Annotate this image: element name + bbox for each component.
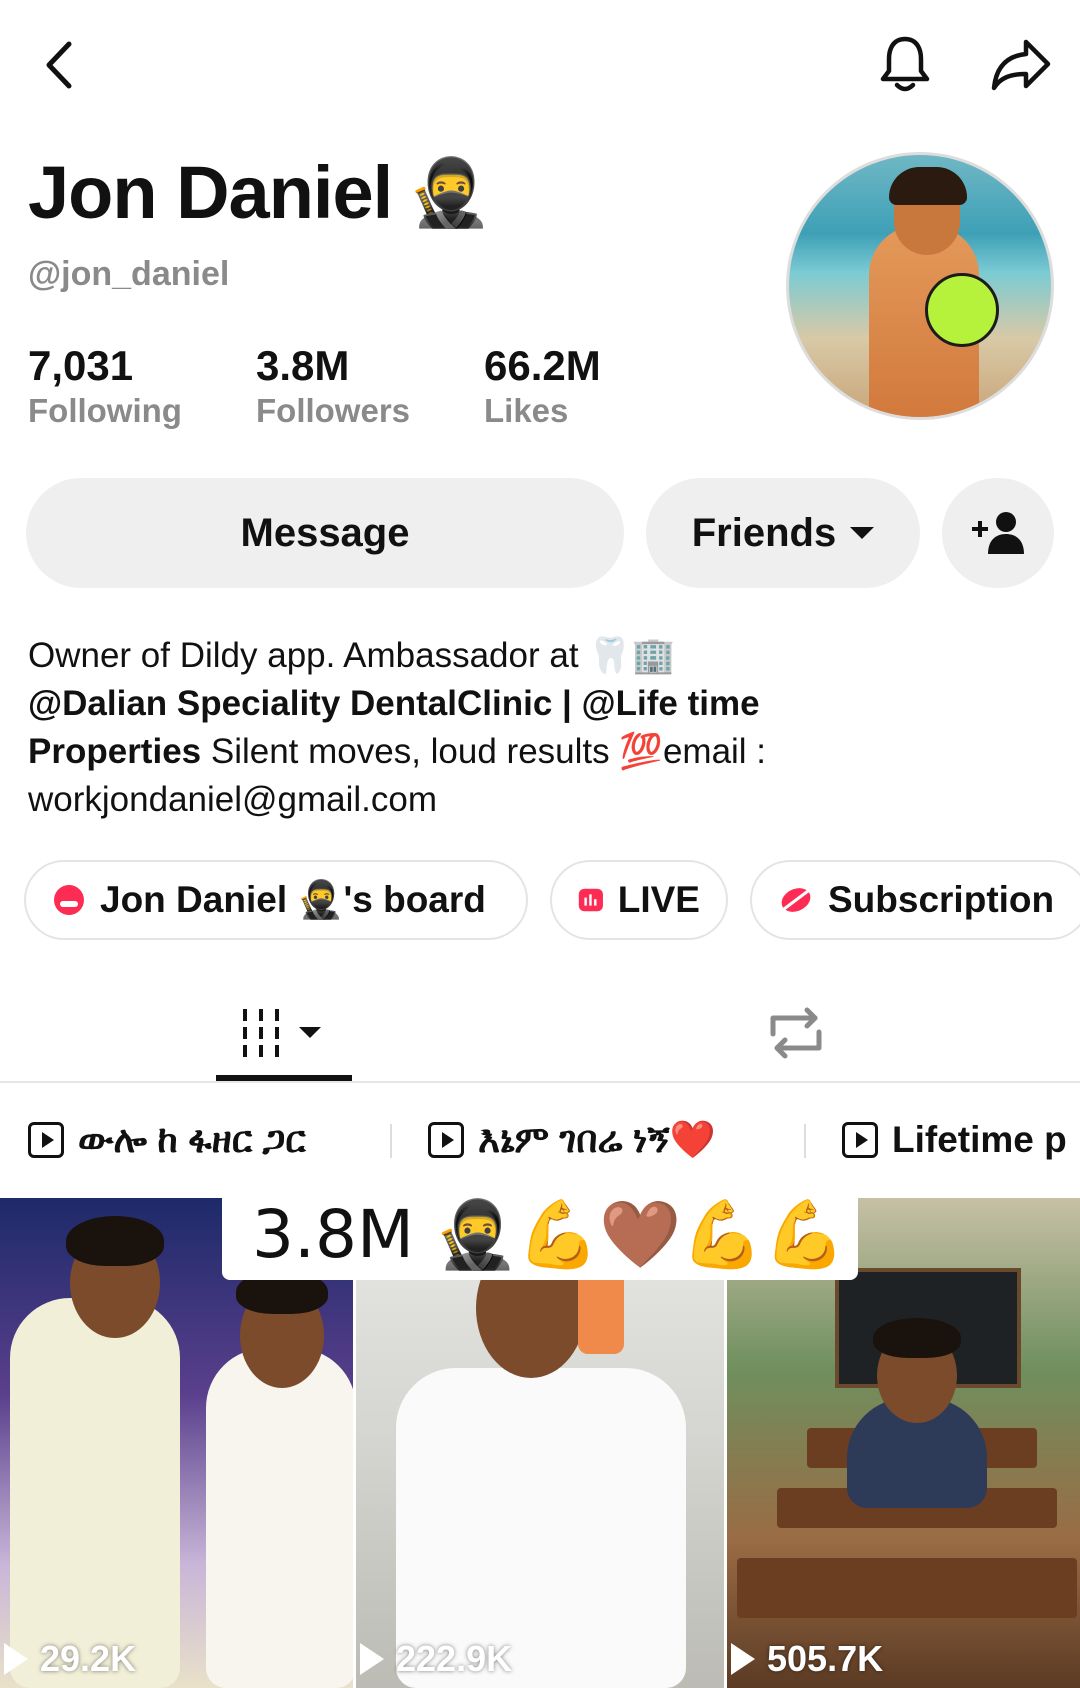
stat-label: Followers [256,392,411,429]
playlist-icon [842,1122,878,1158]
play-icon [731,1643,755,1675]
profile-chips: Jon Daniel 🥷's board LIVE Subscription [24,860,1080,940]
playlist-item[interactable]: ውሎ ከ ፋዘር ጋር [28,1110,306,1170]
thumbnail-figure [66,1216,164,1266]
phone-shape [578,1268,624,1354]
back-button[interactable] [30,30,86,100]
stat-likes[interactable]: 66.2M Likes [484,342,712,430]
profile-name: Jon Daniel 🥷 [28,150,490,235]
friends-button-label: Friends [691,510,837,555]
live-icon [578,888,603,912]
profile-bio: Owner of Dildy app. Ambassador at 🦷🏢 @Da… [28,632,1048,824]
suggested-accounts-button[interactable] [942,478,1054,588]
avatar-badge [925,273,999,347]
thumbnail-figure [10,1298,180,1688]
playlist-title: ውሎ ከ ፋዘር ጋር [78,1118,306,1160]
board-chip[interactable]: Jon Daniel 🥷's board [24,860,528,940]
bio-line: Properties Silent moves, loud results 💯e… [28,732,767,771]
desk-shape [737,1558,1077,1618]
avatar[interactable] [786,152,1054,420]
tab-reposts[interactable] [744,985,848,1081]
overlay-caption-text: 3.8M 🥷💪🤎💪💪 [252,1196,846,1273]
top-bar [0,0,1080,130]
share-arrow-icon [991,39,1051,91]
stat-value: 3.8M [256,342,350,389]
view-count: 222.9K [356,1638,512,1680]
playlist-title: እኔም ገበሬ ነኝ❤️ [478,1118,716,1160]
subscription-icon [781,888,811,912]
active-tab-indicator [216,1075,352,1081]
live-chip-label: LIVE [617,879,700,920]
grid-icon [243,1009,321,1057]
playlist-icon [28,1122,64,1158]
bio-line: Owner of Dildy app. Ambassador at 🦷🏢 [28,636,676,675]
message-button-label: Message [240,510,410,555]
chevron-left-icon [46,41,72,89]
friends-button[interactable]: Friends [646,478,920,588]
view-count-text: 505.7K [767,1638,884,1679]
live-chip[interactable]: LIVE [550,860,728,940]
stat-following[interactable]: 7,031 Following [28,342,256,430]
stat-label: Likes [484,392,569,429]
add-user-icon [972,512,1024,554]
thumbnail-figure [873,1318,961,1358]
bell-icon [880,36,930,92]
playlist-icon [428,1122,464,1158]
tab-videos[interactable] [216,985,352,1081]
subscription-chip-label: Subscription [828,879,1055,920]
playlist-item[interactable]: እኔም ገበሬ ነኝ❤️ [428,1110,716,1170]
overlay-caption: 3.8M 🥷💪🤎💪💪 [222,1190,858,1280]
avatar-hair [889,167,967,205]
profile-stats: 7,031 Following 3.8M Followers 66.2M Lik… [28,342,712,430]
notification-bell-button[interactable] [872,28,938,100]
playlist-title: Lifetime p [892,1119,1067,1160]
view-count-text: 222.9K [396,1638,513,1679]
playlists-row: ውሎ ከ ፋዘር ጋር እኔም ገበሬ ነኝ❤️ Lifetime p [28,1110,1080,1170]
content-tabs [0,985,1080,1083]
thumbnail-figure [206,1348,353,1688]
divider [804,1124,806,1158]
message-button[interactable]: Message [26,478,624,588]
bio-email[interactable]: workjondaniel@gmail.com [28,776,1048,824]
stat-label: Following [28,392,182,429]
divider [390,1124,392,1158]
profile-name-text: Jon Daniel [28,151,393,234]
stat-followers[interactable]: 3.8M Followers [256,342,484,430]
subscription-chip[interactable]: Subscription [750,860,1080,940]
bio-mentions[interactable]: @Dalian Speciality DentalClinic | @Life … [28,680,1048,728]
view-count: 505.7K [727,1638,883,1680]
board-chip-label: Jon Daniel 🥷's board [100,878,486,920]
stat-value: 66.2M [484,342,601,389]
playlist-item[interactable]: Lifetime p [842,1110,1067,1170]
view-count-text: 29.2K [40,1638,137,1679]
profile-handle: @jon_daniel [28,255,230,293]
view-count: 29.2K [0,1638,136,1680]
play-icon [360,1643,384,1675]
play-icon [4,1643,28,1675]
share-button[interactable] [986,30,1056,100]
ninja-emoji-icon: 🥷 [408,153,490,231]
stat-value: 7,031 [28,342,134,389]
repost-icon [770,1007,822,1059]
caret-down-icon [850,527,875,539]
board-icon [54,885,84,915]
